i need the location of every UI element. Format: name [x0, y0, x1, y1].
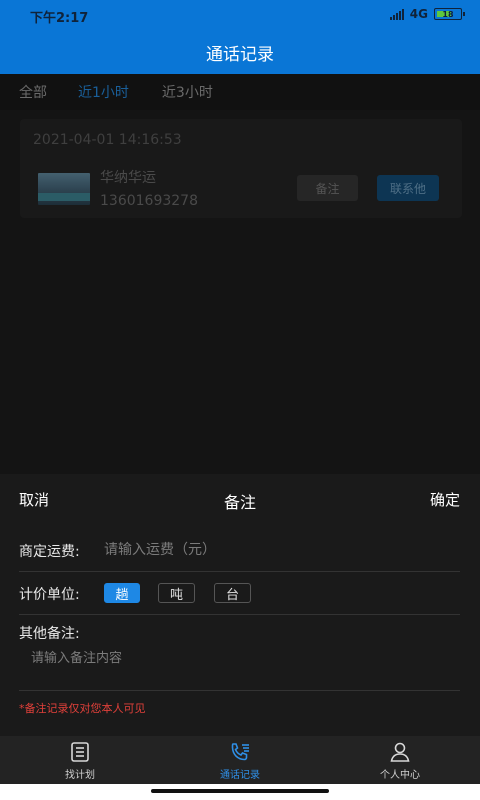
other-notes-row: 其他备注: — [19, 617, 460, 691]
privacy-notice: *备注记录仅对您本人可见 — [19, 702, 146, 715]
other-notes-input[interactable] — [31, 647, 451, 683]
page-title: 通话记录 — [206, 44, 274, 65]
nav-label: 找计划 — [65, 770, 95, 781]
unit-option-unit[interactable]: 台 — [214, 583, 251, 603]
home-indicator — [0, 784, 480, 800]
other-notes-label: 其他备注: — [19, 626, 80, 642]
record-phone: 13601693278 — [100, 193, 198, 209]
sheet-title: 备注 — [223, 493, 256, 512]
nav-personal-center[interactable]: 个人中心 — [320, 736, 480, 784]
unit-option-ton[interactable]: 吨 — [158, 583, 195, 603]
list-icon — [71, 742, 89, 762]
record-company-name: 华纳华运 — [100, 170, 156, 186]
record-timestamp: 2021-04-01 14:16:53 — [33, 132, 182, 148]
person-icon — [390, 742, 410, 762]
battery-icon: 18 — [434, 8, 465, 20]
unit-label: 计价单位: — [19, 587, 80, 603]
tab-last-3-hours[interactable]: 近3小时 — [162, 82, 213, 102]
nav-find-plan[interactable]: 找计划 — [0, 736, 160, 784]
nav-label: 个人中心 — [380, 770, 420, 781]
battery-level: 18 — [442, 9, 454, 19]
fee-label: 商定运费: — [19, 544, 80, 560]
company-thumbnail — [38, 173, 90, 205]
status-indicators: 4G 18 — [389, 7, 465, 21]
network-label: 4G — [409, 7, 428, 21]
bottom-nav: 找计划 通话记录 个人中心 — [0, 736, 480, 784]
fee-row: 商定运费: — [19, 534, 460, 572]
sheet-header: 取消 备注 确定 — [0, 474, 480, 524]
unit-option-trip[interactable]: 趟 — [104, 583, 140, 603]
tab-last-1-hour[interactable]: 近1小时 — [78, 82, 129, 102]
title-bar: 通话记录 — [0, 30, 480, 74]
phone-list-icon — [231, 743, 249, 761]
nav-label: 通话记录 — [220, 770, 260, 781]
status-time: 下午2:17 — [30, 11, 89, 26]
confirm-button[interactable]: 确定 — [430, 489, 460, 510]
tab-all[interactable]: 全部 — [19, 82, 47, 102]
signal-icon — [389, 8, 404, 20]
filter-tabs: 全部 近1小时 近3小时 — [0, 74, 480, 110]
unit-row: 计价单位: 趟 吨 台 — [19, 574, 460, 615]
call-record-card[interactable]: 2021-04-01 14:16:53 华纳华运 13601693278 备注 … — [20, 119, 462, 218]
nav-call-records[interactable]: 通话记录 — [160, 736, 320, 784]
status-bar: 下午2:17 4G 18 — [0, 0, 480, 30]
fee-input[interactable] — [104, 537, 404, 563]
note-sheet: 取消 备注 确定 商定运费: 计价单位: 趟 吨 台 其他备注: *备注记录仅对… — [0, 474, 480, 736]
contact-button[interactable]: 联系他 — [377, 175, 439, 201]
note-button[interactable]: 备注 — [297, 175, 358, 201]
